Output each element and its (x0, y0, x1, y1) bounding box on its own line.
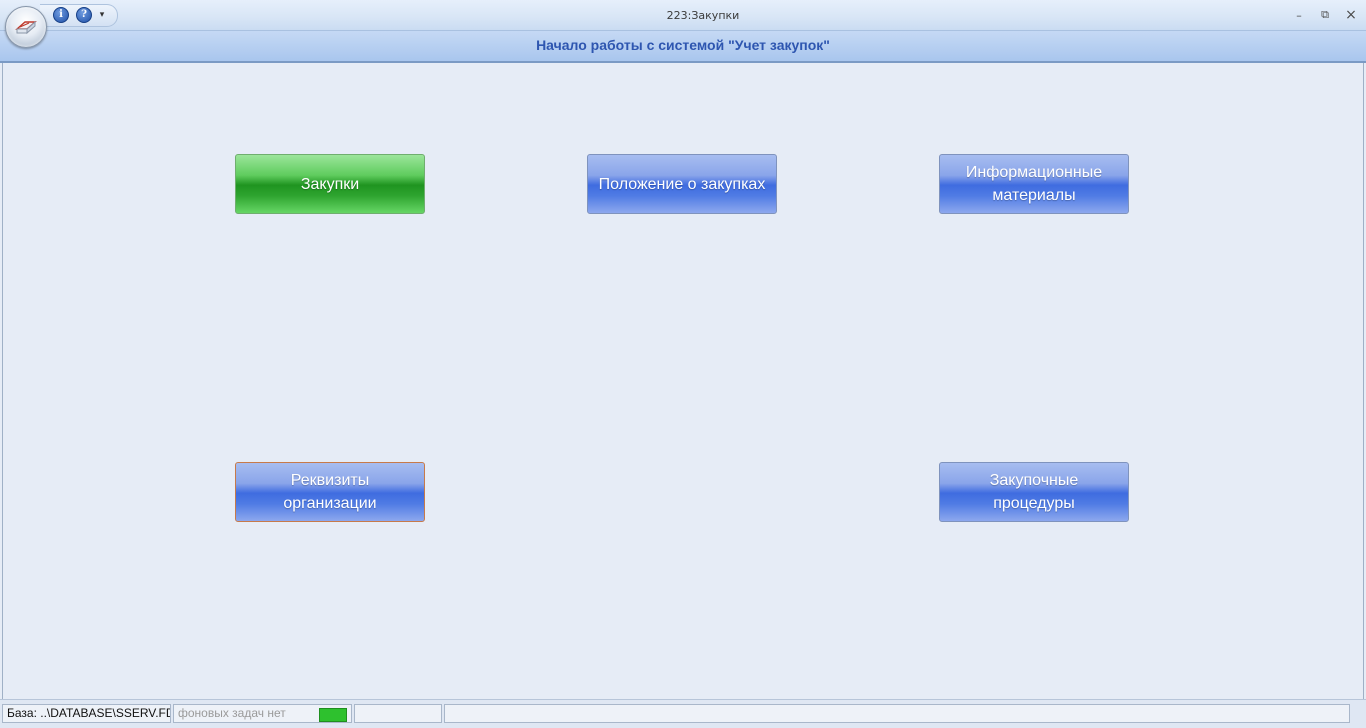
status-bar: База: ..\DATABASE\SSERV.FDB фоновых зада… (0, 699, 1366, 728)
status-background-tasks-label: фоновых задач нет (178, 706, 286, 720)
restore-icon: ⧉ (1321, 8, 1329, 21)
restore-button[interactable]: ⧉ (1313, 7, 1337, 23)
page-title: Начало работы с системой "Учет закупок" (536, 37, 830, 53)
information-materials-button-label: Информационные материалы (965, 164, 1103, 204)
minimize-button[interactable]: – (1287, 7, 1311, 23)
window-title: 223:Закупки (666, 9, 740, 22)
organization-details-button[interactable]: Реквизиты организации (235, 462, 425, 522)
procurement-procedures-button[interactable]: Закупочные процедуры (939, 462, 1129, 522)
main-panel: Закупки Положение о закупках Информацион… (2, 63, 1364, 699)
status-database-path: База: ..\DATABASE\SSERV.FDB (2, 704, 171, 723)
organization-details-button-label: Реквизиты организации (283, 472, 377, 512)
procurement-procedures-button-label: Закупочные процедуры (989, 472, 1079, 512)
purchases-button-label: Закупки (300, 175, 360, 193)
application-logo-icon (15, 20, 37, 35)
procurement-regulation-button-label: Положение о закупках (598, 175, 766, 193)
procurement-regulation-button[interactable]: Положение о закупках (587, 154, 777, 214)
minimize-icon: – (1296, 8, 1302, 22)
information-materials-button[interactable]: Информационные материалы (939, 154, 1129, 214)
purchases-button[interactable]: Закупки (235, 154, 425, 214)
status-background-tasks: фоновых задач нет (173, 704, 352, 723)
title-bar: i ? ▾ 223:Закупки – ⧉ × (0, 0, 1366, 31)
status-panel-empty-1 (354, 704, 442, 723)
close-button[interactable]: × (1339, 7, 1363, 23)
page-header: Начало работы с системой "Учет закупок" (0, 31, 1366, 63)
status-panel-empty-2 (444, 704, 1350, 723)
application-menu-button[interactable] (5, 6, 47, 48)
close-icon: × (1345, 7, 1357, 23)
status-indicator (319, 708, 347, 722)
